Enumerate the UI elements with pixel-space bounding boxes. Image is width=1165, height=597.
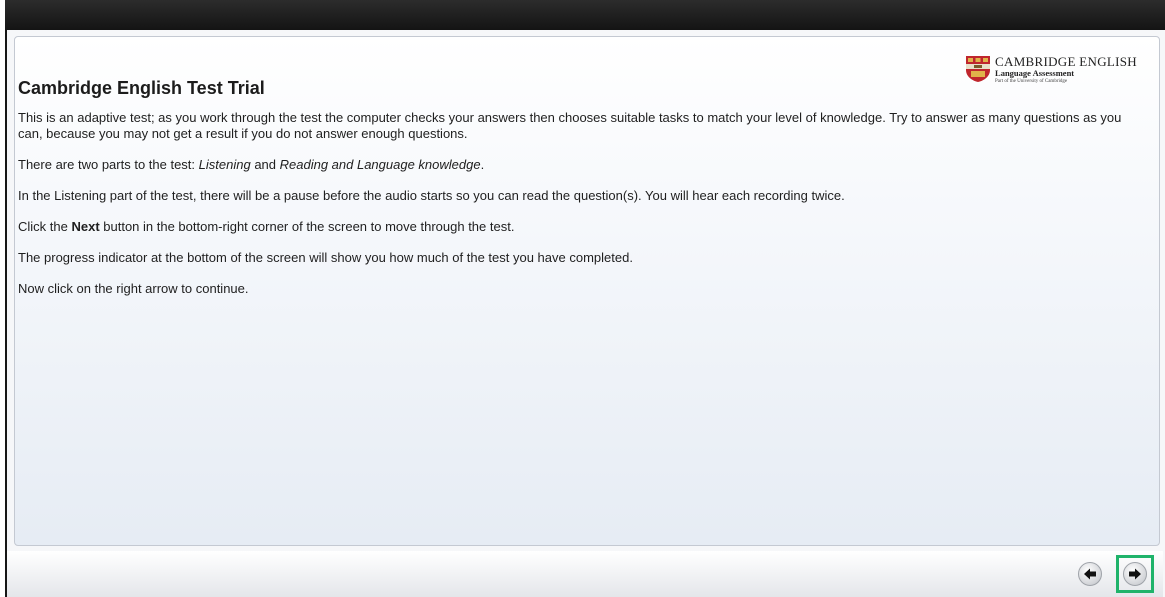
logo-tagline: Part of the University of Cambridge	[995, 78, 1068, 84]
arrow-right-icon	[1129, 568, 1141, 580]
back-button[interactable]	[1078, 562, 1102, 586]
logo-main-text: CAMBRIDGE ENGLISH	[995, 54, 1137, 69]
paragraph-listening: In the Listening part of the test, there…	[18, 188, 845, 203]
part-listening: Listening	[198, 157, 251, 172]
next-suffix: button in the bottom-right corner of the…	[99, 219, 515, 234]
footer-bar	[7, 551, 1163, 597]
paragraph-progress: The progress indicator at the bottom of …	[18, 250, 633, 265]
parts-prefix: There are two parts to the test:	[18, 157, 199, 172]
top-bar	[5, 0, 1165, 30]
paragraph-parts: There are two parts to the test: Listeni…	[18, 157, 1126, 173]
parts-suffix: .	[480, 157, 485, 172]
page-title: Cambridge English Test Trial	[18, 78, 265, 98]
logo-sub-text: Language Assessment	[995, 68, 1075, 78]
next-button[interactable]	[1123, 562, 1147, 586]
parts-and: and	[250, 157, 280, 172]
arrow-left-icon	[1084, 568, 1096, 580]
cambridge-logo: CAMBRIDGE ENGLISH Language Assessment Pa…	[965, 55, 1137, 84]
paragraph-continue: Now click on the right arrow to continue…	[18, 281, 249, 296]
next-prefix: Click the	[18, 219, 72, 234]
cambridge-shield-icon	[966, 56, 991, 82]
part-reading: Reading and Language knowledge	[279, 157, 481, 172]
paragraph-adaptive: This is an adaptive test; as you work th…	[18, 110, 1122, 141]
next-bold: Next	[71, 219, 100, 234]
paragraph-next: Click the Next button in the bottom-righ…	[18, 219, 1126, 235]
instructions: This is an adaptive test; as you work th…	[18, 110, 1126, 312]
